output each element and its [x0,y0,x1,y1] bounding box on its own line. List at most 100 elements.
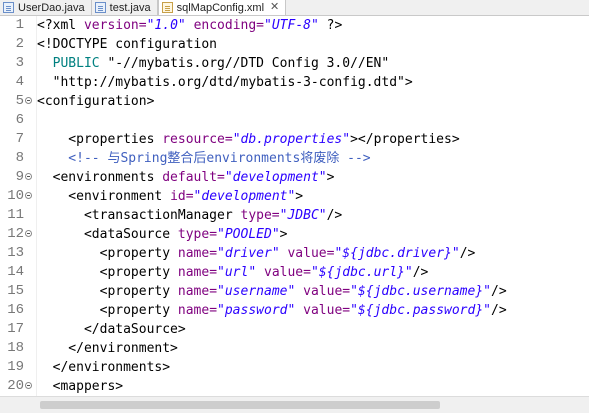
fold-toggle-icon[interactable] [25,192,32,199]
code-text: <transactionManager type="JDBC"/> [37,206,342,225]
code-token: ></properties> [350,132,460,147]
code-token: <property [37,303,178,318]
code-text: </environments> [37,358,170,377]
code-token: <environments [37,170,163,185]
code-token: resource= [162,132,233,147]
code-line[interactable]: 9 <environments default="development"> [0,168,589,187]
code-token: /> [412,265,429,280]
java-file-icon [3,2,14,13]
code-text: <property name="driver" value="${jdbc.dr… [37,244,476,263]
line-number: 13 [7,245,24,261]
code-text: <dataSource type="POOLED"> [37,225,288,244]
line-number: 4 [15,74,24,90]
code-text: "http://mybatis.org/dtd/mybatis-3-config… [37,73,413,92]
code-line[interactable]: 13 <property name="driver" value="${jdbc… [0,244,589,263]
fold-toggle-icon[interactable] [25,230,32,237]
code-line[interactable]: 12 <dataSource type="POOLED"> [0,225,589,244]
code-text: <environments default="development"> [37,168,335,187]
code-token: "db.properties" [232,132,351,147]
code-token: > [326,170,335,185]
tab-sqlmapconfig-xml[interactable]: sqlMapConfig.xml ✕ [157,0,287,15]
code-editor[interactable]: 1 <?xml version="1.0" encoding="UTF-8" ?>… [0,16,589,396]
code-token: <property [37,265,178,280]
code-text: PUBLIC "-//mybatis.org//DTD Config 3.0//… [37,54,390,73]
line-number: 15 [7,283,24,299]
code-token: name= [177,303,218,318]
editor-tab-bar: UserDao.java test.java sqlMapConfig.xml … [0,0,589,16]
code-text: <properties resource="db.properties"></p… [37,130,460,149]
scrollbar-thumb[interactable] [40,401,440,409]
code-text: <mappers> [37,377,123,396]
code-token: </dataSource> [37,322,186,337]
code-text: </dataSource> [37,320,186,339]
code-token: name= [177,246,218,261]
code-token: "UTF-8" [264,18,319,33]
code-token: ?> [318,18,343,33]
code-token: <dataSource [37,227,178,242]
code-line[interactable]: 16 <property name="password" value="${jd… [0,301,589,320]
code-line[interactable]: 10 <environment id="development"> [0,187,589,206]
line-number: 16 [7,302,24,318]
code-token: PUBLIC [52,56,100,71]
code-text: <property name="password" value="${jdbc.… [37,301,507,320]
code-token: encoding= [193,18,265,33]
code-line[interactable]: 8 <!-- 与Spring整合后environments将废除 --> [0,149,589,168]
code-line[interactable]: 14 <property name="url" value="${jdbc.ur… [0,263,589,282]
fold-toggle-icon[interactable] [25,173,32,180]
code-line[interactable]: 7 <properties resource="db.properties"><… [0,130,589,149]
close-icon[interactable]: ✕ [270,2,279,13]
code-token: "${jdbc.password}" [350,303,491,318]
code-token: <!-- 与Spring整合后environments将废除 --> [37,151,371,166]
code-token: id= [170,189,194,204]
line-number: 8 [15,150,24,166]
code-token: name= [177,284,218,299]
code-line[interactable]: 19 </environments> [0,358,589,377]
code-token: /> [459,246,476,261]
code-line[interactable]: 17 </dataSource> [0,320,589,339]
code-line[interactable]: 20 <mappers> [0,377,589,396]
line-number: 19 [7,359,24,375]
code-line[interactable]: 3 PUBLIC "-//mybatis.org//DTD Config 3.0… [0,54,589,73]
code-text: <configuration> [37,92,154,111]
code-token: default= [162,170,225,185]
code-token: > [295,189,304,204]
code-text: <property name="url" value="${jdbc.url}"… [37,263,429,282]
line-number: 5 [15,93,24,109]
code-text: <!-- 与Spring整合后environments将废除 --> [37,149,371,168]
line-number: 9 [15,169,24,185]
code-token: "username" [217,284,296,299]
line-number: 12 [7,226,24,242]
code-token: "-//mybatis.org//DTD Config 3.0//EN" [99,56,390,71]
code-line[interactable]: 18 </environment> [0,339,589,358]
code-token: <mappers> [37,379,124,394]
code-line[interactable]: 11 <transactionManager type="JDBC"/> [0,206,589,225]
code-line[interactable]: 6 [0,111,589,130]
tab-label: test.java [109,1,151,14]
code-line[interactable]: 15 <property name="username" value="${jd… [0,282,589,301]
code-token: <property [37,246,178,261]
code-token: "development" [224,170,327,185]
fold-toggle-icon[interactable] [25,97,32,104]
java-file-icon [94,2,106,13]
code-line[interactable]: 1 <?xml version="1.0" encoding="UTF-8" ?> [0,16,589,35]
line-number: 1 [15,17,24,33]
code-line[interactable]: 2 <!DOCTYPE configuration [0,35,589,54]
code-token: "JDBC" [279,208,327,223]
code-line[interactable]: 4 "http://mybatis.org/dtd/mybatis-3-conf… [0,73,589,92]
xml-file-icon [161,2,173,13]
code-token: "${jdbc.driver}" [334,246,460,261]
horizontal-scrollbar[interactable] [0,396,589,413]
tab-userdao-java[interactable]: UserDao.java [0,0,92,15]
line-number: 18 [7,340,24,356]
fold-toggle-icon[interactable] [25,382,32,389]
line-number: 2 [15,36,24,52]
tab-test-java[interactable]: test.java [92,0,158,15]
code-token: "${jdbc.username}" [350,284,491,299]
code-token: value= [303,284,351,299]
code-line[interactable]: 5 <configuration> [0,92,589,111]
code-token: <properties [37,132,163,147]
tab-label: UserDao.java [18,1,85,14]
code-token: <property [37,284,178,299]
